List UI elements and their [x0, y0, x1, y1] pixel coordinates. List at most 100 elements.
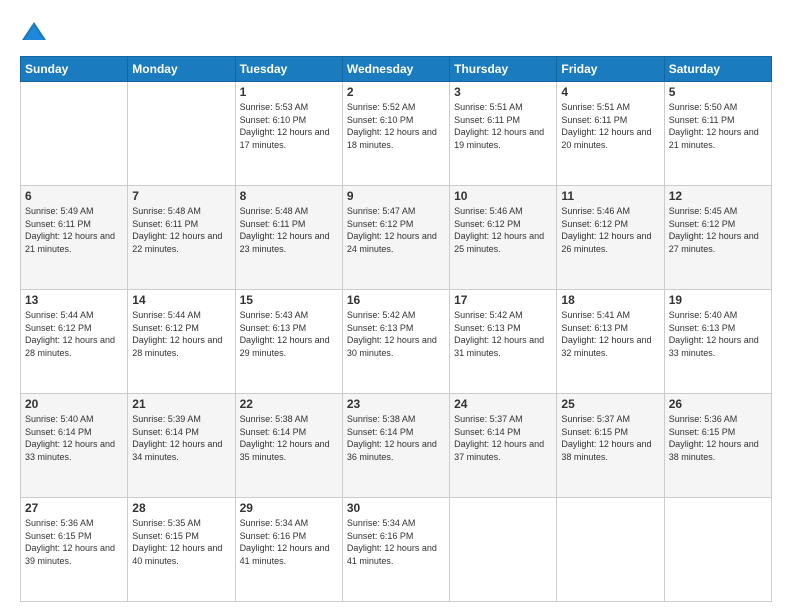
calendar-week-5: 27 Sunrise: 5:36 AM Sunset: 6:15 PM Dayli… — [21, 498, 772, 602]
day-number: 7 — [132, 189, 230, 203]
day-number: 19 — [669, 293, 767, 307]
day-info: Sunrise: 5:48 AM Sunset: 6:11 PM Dayligh… — [132, 205, 230, 255]
day-number: 21 — [132, 397, 230, 411]
header — [20, 18, 772, 46]
day-info: Sunrise: 5:48 AM Sunset: 6:11 PM Dayligh… — [240, 205, 338, 255]
calendar-cell: 3 Sunrise: 5:51 AM Sunset: 6:11 PM Daylig… — [450, 82, 557, 186]
calendar-cell: 4 Sunrise: 5:51 AM Sunset: 6:11 PM Daylig… — [557, 82, 664, 186]
day-info: Sunrise: 5:46 AM Sunset: 6:12 PM Dayligh… — [561, 205, 659, 255]
calendar-week-3: 13 Sunrise: 5:44 AM Sunset: 6:12 PM Dayli… — [21, 290, 772, 394]
day-info: Sunrise: 5:43 AM Sunset: 6:13 PM Dayligh… — [240, 309, 338, 359]
calendar-cell: 7 Sunrise: 5:48 AM Sunset: 6:11 PM Daylig… — [128, 186, 235, 290]
day-info: Sunrise: 5:38 AM Sunset: 6:14 PM Dayligh… — [240, 413, 338, 463]
calendar-week-2: 6Sunrise: 5:49 AM Sunset: 6:11 PM Daylig… — [21, 186, 772, 290]
calendar-cell — [557, 498, 664, 602]
calendar-cell: 21 Sunrise: 5:39 AM Sunset: 6:14 PM Dayli… — [128, 394, 235, 498]
day-info: Sunrise: 5:42 AM Sunset: 6:13 PM Dayligh… — [347, 309, 445, 359]
day-number: 8 — [240, 189, 338, 203]
calendar-cell — [21, 82, 128, 186]
calendar-header-monday: Monday — [128, 57, 235, 82]
calendar-cell: 6Sunrise: 5:49 AM Sunset: 6:11 PM Daylig… — [21, 186, 128, 290]
calendar-week-1: 1 Sunrise: 5:53 AM Sunset: 6:10 PM Daylig… — [21, 82, 772, 186]
logo — [20, 18, 52, 46]
calendar-cell: 16 Sunrise: 5:42 AM Sunset: 6:13 PM Dayli… — [342, 290, 449, 394]
day-number: 4 — [561, 85, 659, 99]
calendar-cell: 14Sunrise: 5:44 AM Sunset: 6:12 PM Dayli… — [128, 290, 235, 394]
calendar-cell: 17 Sunrise: 5:42 AM Sunset: 6:13 PM Dayli… — [450, 290, 557, 394]
day-info: Sunrise: 5:35 AM Sunset: 6:15 PM Dayligh… — [132, 517, 230, 567]
day-number: 13 — [25, 293, 123, 307]
day-info: Sunrise: 5:37 AM Sunset: 6:15 PM Dayligh… — [561, 413, 659, 463]
calendar-cell: 9Sunrise: 5:47 AM Sunset: 6:12 PM Daylig… — [342, 186, 449, 290]
calendar-table: SundayMondayTuesdayWednesdayThursdayFrid… — [20, 56, 772, 602]
calendar-cell: 15 Sunrise: 5:43 AM Sunset: 6:13 PM Dayli… — [235, 290, 342, 394]
day-info: Sunrise: 5:40 AM Sunset: 6:13 PM Dayligh… — [669, 309, 767, 359]
day-info: Sunrise: 5:49 AM Sunset: 6:11 PM Dayligh… — [25, 205, 123, 255]
day-number: 12 — [669, 189, 767, 203]
day-info: Sunrise: 5:34 AM Sunset: 6:16 PM Dayligh… — [240, 517, 338, 567]
day-info: Sunrise: 5:40 AM Sunset: 6:14 PM Dayligh… — [25, 413, 123, 463]
day-info: Sunrise: 5:34 AM Sunset: 6:16 PM Dayligh… — [347, 517, 445, 567]
calendar-cell: 30 Sunrise: 5:34 AM Sunset: 6:16 PM Dayli… — [342, 498, 449, 602]
day-number: 3 — [454, 85, 552, 99]
calendar-cell: 10 Sunrise: 5:46 AM Sunset: 6:12 PM Dayli… — [450, 186, 557, 290]
calendar-cell: 12 Sunrise: 5:45 AM Sunset: 6:12 PM Dayli… — [664, 186, 771, 290]
day-number: 25 — [561, 397, 659, 411]
calendar-header-thursday: Thursday — [450, 57, 557, 82]
day-info: Sunrise: 5:50 AM Sunset: 6:11 PM Dayligh… — [669, 101, 767, 151]
page: SundayMondayTuesdayWednesdayThursdayFrid… — [0, 0, 792, 612]
calendar-cell: 19 Sunrise: 5:40 AM Sunset: 6:13 PM Dayli… — [664, 290, 771, 394]
day-number: 27 — [25, 501, 123, 515]
calendar-cell: 8 Sunrise: 5:48 AM Sunset: 6:11 PM Daylig… — [235, 186, 342, 290]
day-number: 26 — [669, 397, 767, 411]
day-number: 10 — [454, 189, 552, 203]
calendar-header-sunday: Sunday — [21, 57, 128, 82]
day-info: Sunrise: 5:36 AM Sunset: 6:15 PM Dayligh… — [25, 517, 123, 567]
day-number: 29 — [240, 501, 338, 515]
day-number: 17 — [454, 293, 552, 307]
day-number: 5 — [669, 85, 767, 99]
calendar-cell: 5 Sunrise: 5:50 AM Sunset: 6:11 PM Daylig… — [664, 82, 771, 186]
day-number: 1 — [240, 85, 338, 99]
calendar-cell: 29 Sunrise: 5:34 AM Sunset: 6:16 PM Dayli… — [235, 498, 342, 602]
calendar-week-4: 20Sunrise: 5:40 AM Sunset: 6:14 PM Dayli… — [21, 394, 772, 498]
calendar-header-friday: Friday — [557, 57, 664, 82]
day-number: 16 — [347, 293, 445, 307]
day-number: 18 — [561, 293, 659, 307]
day-info: Sunrise: 5:39 AM Sunset: 6:14 PM Dayligh… — [132, 413, 230, 463]
day-number: 28 — [132, 501, 230, 515]
day-info: Sunrise: 5:36 AM Sunset: 6:15 PM Dayligh… — [669, 413, 767, 463]
day-info: Sunrise: 5:42 AM Sunset: 6:13 PM Dayligh… — [454, 309, 552, 359]
calendar-cell — [664, 498, 771, 602]
day-number: 24 — [454, 397, 552, 411]
calendar-cell: 2Sunrise: 5:52 AM Sunset: 6:10 PM Daylig… — [342, 82, 449, 186]
day-number: 15 — [240, 293, 338, 307]
day-info: Sunrise: 5:38 AM Sunset: 6:14 PM Dayligh… — [347, 413, 445, 463]
calendar-cell: 28 Sunrise: 5:35 AM Sunset: 6:15 PM Dayli… — [128, 498, 235, 602]
day-info: Sunrise: 5:51 AM Sunset: 6:11 PM Dayligh… — [561, 101, 659, 151]
day-number: 23 — [347, 397, 445, 411]
calendar-header-wednesday: Wednesday — [342, 57, 449, 82]
day-info: Sunrise: 5:45 AM Sunset: 6:12 PM Dayligh… — [669, 205, 767, 255]
day-info: Sunrise: 5:53 AM Sunset: 6:10 PM Dayligh… — [240, 101, 338, 151]
day-number: 22 — [240, 397, 338, 411]
calendar-cell: 1 Sunrise: 5:53 AM Sunset: 6:10 PM Daylig… — [235, 82, 342, 186]
day-info: Sunrise: 5:41 AM Sunset: 6:13 PM Dayligh… — [561, 309, 659, 359]
calendar-header-saturday: Saturday — [664, 57, 771, 82]
calendar-cell: 18 Sunrise: 5:41 AM Sunset: 6:13 PM Dayli… — [557, 290, 664, 394]
calendar-header-row: SundayMondayTuesdayWednesdayThursdayFrid… — [21, 57, 772, 82]
day-info: Sunrise: 5:44 AM Sunset: 6:12 PM Dayligh… — [132, 309, 230, 359]
calendar-cell: 26 Sunrise: 5:36 AM Sunset: 6:15 PM Dayli… — [664, 394, 771, 498]
day-info: Sunrise: 5:51 AM Sunset: 6:11 PM Dayligh… — [454, 101, 552, 151]
calendar-cell: 13 Sunrise: 5:44 AM Sunset: 6:12 PM Dayli… — [21, 290, 128, 394]
day-info: Sunrise: 5:52 AM Sunset: 6:10 PM Dayligh… — [347, 101, 445, 151]
day-number: 11 — [561, 189, 659, 203]
calendar-cell — [128, 82, 235, 186]
calendar-cell — [450, 498, 557, 602]
day-info: Sunrise: 5:46 AM Sunset: 6:12 PM Dayligh… — [454, 205, 552, 255]
calendar-cell: 24Sunrise: 5:37 AM Sunset: 6:14 PM Dayli… — [450, 394, 557, 498]
calendar-cell: 27 Sunrise: 5:36 AM Sunset: 6:15 PM Dayli… — [21, 498, 128, 602]
day-number: 30 — [347, 501, 445, 515]
calendar-cell: 22 Sunrise: 5:38 AM Sunset: 6:14 PM Dayli… — [235, 394, 342, 498]
day-info: Sunrise: 5:44 AM Sunset: 6:12 PM Dayligh… — [25, 309, 123, 359]
